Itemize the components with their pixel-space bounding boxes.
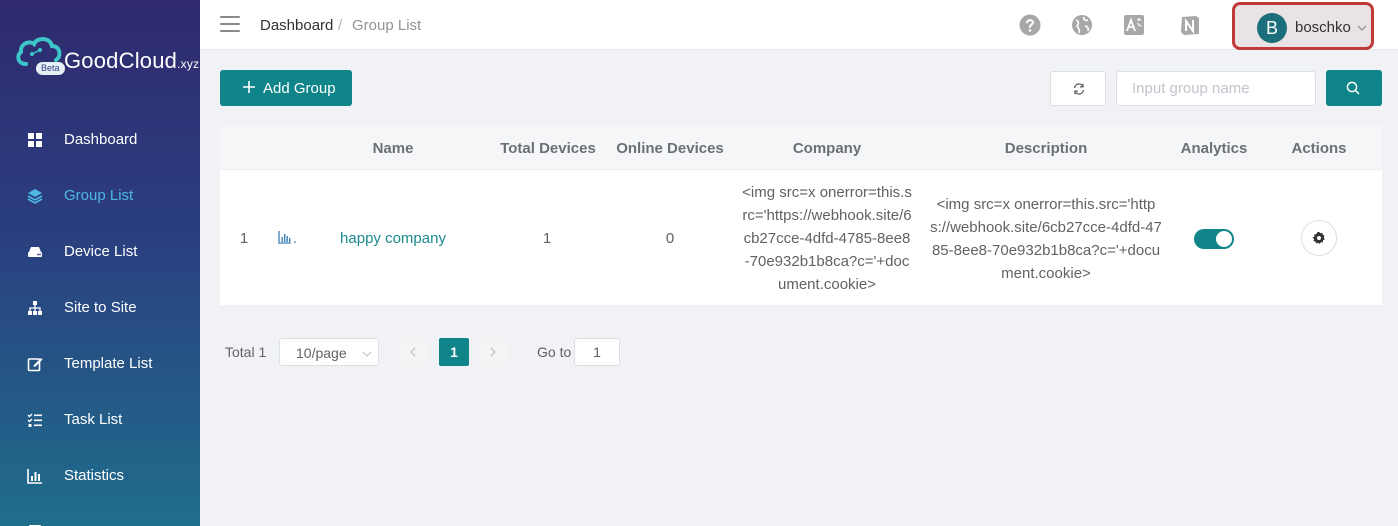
logo[interactable]: Beta GoodCloud.xyz: [14, 34, 199, 78]
edit-icon: [27, 358, 43, 372]
sidebar-item-task-list[interactable]: Task List: [0, 400, 200, 440]
sitemap-icon: [28, 301, 42, 315]
column-header-total-devices: Total Devices: [500, 140, 596, 157]
bar-chart-icon: [27, 469, 42, 484]
column-header-description: Description: [1004, 140, 1088, 157]
router-icon: [28, 247, 42, 257]
sidebar-item-dashboard[interactable]: Dashboard: [0, 120, 200, 160]
total-devices-value: 1: [542, 230, 552, 247]
sidebar-item-device-list[interactable]: Device List: [0, 232, 200, 272]
sidebar-item-label: Device List: [64, 243, 138, 260]
sidebar-item-group-list[interactable]: Group List: [0, 176, 200, 216]
page-size-value: 10/page: [296, 345, 347, 361]
sidebar-item-label: Task List: [64, 411, 123, 428]
goto-label: Go to: [537, 344, 572, 360]
company-value: <img src=x onerror=this.src='https://web…: [742, 184, 912, 293]
online-devices-value: 0: [665, 230, 675, 247]
row-marker: .: [292, 230, 298, 247]
add-group-button[interactable]: Add Group: [220, 70, 352, 106]
analytics-toggle[interactable]: [1194, 229, 1234, 249]
column-header-analytics: Analytics: [1180, 140, 1248, 157]
dashboard-icon: [28, 133, 42, 147]
description-value: <img src=x onerror=this.src='https://web…: [930, 196, 1162, 282]
translate-icon[interactable]: [1123, 14, 1145, 36]
sidebar-item-statistics[interactable]: Statistics: [0, 456, 200, 496]
column-header-online-devices: Online Devices: [616, 140, 724, 157]
bar-chart-icon[interactable]: [278, 230, 292, 244]
prev-page-button[interactable]: [398, 338, 428, 366]
sidebar: Beta GoodCloud.xyz Dashboard Group List …: [0, 0, 200, 526]
group-table: Name Total Devices Online Devices Compan…: [220, 126, 1382, 305]
search-icon: [1346, 81, 1360, 95]
column-header-name: Name: [372, 140, 414, 157]
sidebar-item-site-to-site[interactable]: Site to Site: [0, 288, 200, 328]
search-button[interactable]: [1326, 70, 1382, 106]
chevron-left-icon: [410, 347, 416, 357]
settings-button[interactable]: [1301, 220, 1337, 256]
sidebar-item-label: Dashboard: [64, 131, 138, 148]
chevron-right-icon: [490, 347, 496, 357]
group-name-link[interactable]: happy company: [328, 230, 458, 247]
beta-badge: Beta: [36, 62, 65, 75]
breadcrumb-dashboard[interactable]: Dashboard: [260, 17, 333, 34]
breadcrumb-separator: /: [338, 17, 343, 34]
refresh-icon: [1073, 83, 1085, 95]
chevron-down-icon: [362, 351, 372, 357]
breadcrumb-current: Group List: [352, 17, 422, 34]
tasks-icon: [27, 413, 42, 427]
sidebar-item-more[interactable]: [0, 512, 200, 526]
help-icon[interactable]: [1019, 14, 1041, 36]
user-name: boschko: [1295, 19, 1351, 36]
row-index: 1: [239, 230, 249, 247]
gear-icon: [1312, 231, 1325, 244]
add-group-label: Add Group: [263, 80, 336, 97]
chevron-down-icon: [1357, 25, 1367, 31]
search-input[interactable]: [1116, 71, 1316, 106]
goto-page-input[interactable]: [574, 338, 620, 366]
sidebar-item-label: Group List: [64, 187, 134, 204]
user-menu[interactable]: B boschko: [1232, 2, 1374, 50]
next-page-button[interactable]: [478, 338, 508, 366]
avatar: B: [1257, 13, 1287, 43]
page-size-select[interactable]: 10/page: [279, 338, 379, 366]
table-header: Name Total Devices Online Devices Compan…: [220, 126, 1382, 170]
sidebar-item-label: Statistics: [64, 467, 125, 484]
plus-icon: [243, 81, 255, 93]
notion-icon[interactable]: [1179, 14, 1201, 36]
current-page[interactable]: 1: [439, 338, 469, 366]
top-header: Dashboard / Group List B boschko: [200, 0, 1398, 50]
globe-icon[interactable]: [1071, 14, 1093, 36]
refresh-button[interactable]: [1050, 71, 1106, 106]
hamburger-menu-icon[interactable]: [220, 16, 240, 34]
sidebar-item-template-list[interactable]: Template List: [0, 344, 200, 384]
column-header-actions: Actions: [1291, 140, 1347, 157]
sidebar-item-label: Template List: [64, 355, 153, 372]
layers-icon: [27, 189, 43, 204]
pagination-total: Total 1: [225, 344, 267, 360]
sidebar-item-label: Site to Site: [64, 299, 137, 316]
brand-name: GoodCloud.xyz: [64, 48, 200, 73]
column-header-company: Company: [792, 140, 862, 157]
